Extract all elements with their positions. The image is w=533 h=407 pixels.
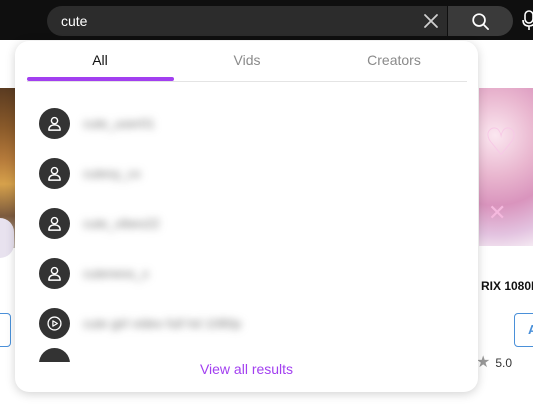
tab-label: Creators	[367, 52, 421, 68]
search-input[interactable]	[61, 6, 401, 36]
play-circle-icon	[39, 307, 70, 339]
search-button[interactable]	[448, 6, 513, 36]
tab-creators[interactable]: Creators	[321, 52, 467, 82]
search-box[interactable]	[47, 6, 447, 36]
rating-value: 5.0	[495, 356, 513, 370]
user-icon	[39, 207, 70, 239]
thumbnail-decoration: ✕	[488, 200, 507, 225]
voice-search-button[interactable]	[522, 10, 533, 32]
suggestion-item-partial	[39, 348, 459, 362]
active-tab-indicator	[27, 77, 174, 81]
suggestion-list: cute_user01 cutesy_cx cute_vibes22 cuten…	[39, 98, 459, 362]
result-tabs: All Vids Creators	[27, 41, 467, 82]
page: ♡ ✕ RIX 1080F A ★ 5.0 All Vids Creators	[0, 0, 533, 407]
card-action-button-right[interactable]: A	[514, 313, 533, 347]
user-icon	[39, 107, 70, 139]
user-icon	[39, 257, 70, 289]
suggestion-item[interactable]: cutesy_cx	[39, 148, 459, 198]
suggestion-text: cute_vibes22	[83, 215, 160, 231]
search-suggestions-dropdown: All Vids Creators cute_user01 cutesy_cx …	[15, 41, 478, 392]
suggestion-text: cuteness_x	[83, 265, 149, 281]
suggestion-text: cutesy_cx	[83, 165, 141, 181]
suggestion-item[interactable]: cute_vibes22	[39, 198, 459, 248]
tab-vids[interactable]: Vids	[174, 52, 320, 82]
search-icon	[472, 13, 489, 30]
user-icon	[39, 348, 70, 362]
top-header	[0, 0, 533, 40]
card-action-label: A	[528, 322, 533, 337]
suggestion-item[interactable]: cute girl video full hd 1080p	[39, 298, 459, 348]
suggestion-text: cute girl video full hd 1080p	[83, 315, 242, 331]
tab-label: All	[92, 52, 108, 68]
card-action-button-left[interactable]	[0, 313, 11, 347]
close-icon	[424, 14, 438, 28]
view-all-results-link[interactable]: View all results	[15, 361, 478, 377]
suggestion-item[interactable]: cute_user01	[39, 98, 459, 148]
microphone-icon	[522, 10, 533, 30]
thumbnail-decoration: ♡	[484, 122, 519, 164]
tab-label: Vids	[233, 52, 261, 68]
video-card-title[interactable]: RIX 1080F	[481, 279, 533, 293]
suggestion-item[interactable]: cuteness_x	[39, 248, 459, 298]
thumbnail-overlay	[0, 218, 14, 258]
suggestion-text: cute_user01	[83, 115, 155, 131]
user-icon	[39, 157, 70, 189]
star-icon: ★	[476, 354, 491, 371]
video-rating: ★ 5.0	[476, 355, 512, 371]
clear-search-button[interactable]	[421, 11, 441, 31]
